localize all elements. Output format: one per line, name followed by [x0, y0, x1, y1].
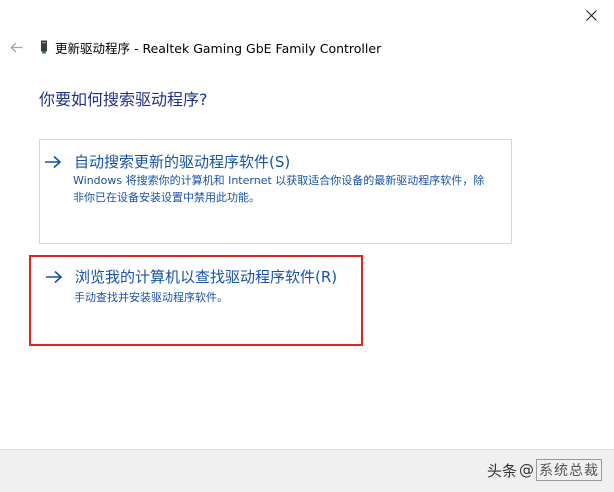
watermark-at: @	[519, 461, 534, 479]
browse-computer-option-title: 浏览我的计算机以查找驱动程序软件(R)	[75, 268, 338, 286]
auto-search-option-title: 自动搜索更新的驱动程序软件(S)	[74, 153, 291, 171]
browse-computer-option[interactable]: 浏览我的计算机以查找驱动程序软件(R) 手动查找并安装驱动程序软件。	[29, 255, 363, 346]
watermark-site: 系统总裁	[536, 459, 602, 481]
watermark: 头条 @ 系统总裁	[487, 459, 602, 481]
update-driver-dialog: 更新驱动程序 - Realtek Gaming GbE Family Contr…	[0, 0, 614, 492]
auto-search-option-description: Windows 将搜索你的计算机和 Internet 以获取适合你设备的最新驱动…	[73, 174, 485, 204]
window-title: 更新驱动程序 - Realtek Gaming GbE Family Contr…	[55, 40, 382, 56]
network-adapter-icon	[39, 40, 49, 55]
close-icon	[585, 9, 597, 21]
browse-computer-option-heading: 浏览我的计算机以查找驱动程序软件(R)	[45, 266, 337, 287]
auto-search-option[interactable]: 自动搜索更新的驱动程序软件(S) Windows 将搜索你的计算机和 Inter…	[39, 139, 512, 244]
browse-computer-option-description: 手动查找并安装驱动程序软件。	[74, 291, 228, 304]
back-button[interactable]	[6, 37, 26, 57]
watermark-author: 头条	[486, 461, 517, 480]
auto-search-option-heading: 自动搜索更新的驱动程序软件(S)	[44, 151, 290, 172]
dialog-header: 更新驱动程序 - Realtek Gaming GbE Family Contr…	[0, 36, 560, 58]
back-arrow-icon	[9, 42, 22, 52]
right-arrow-icon	[44, 154, 64, 170]
right-arrow-icon	[45, 269, 65, 285]
close-button[interactable]	[568, 0, 614, 30]
page-question: 你要如何搜索驱动程序?	[39, 90, 208, 109]
